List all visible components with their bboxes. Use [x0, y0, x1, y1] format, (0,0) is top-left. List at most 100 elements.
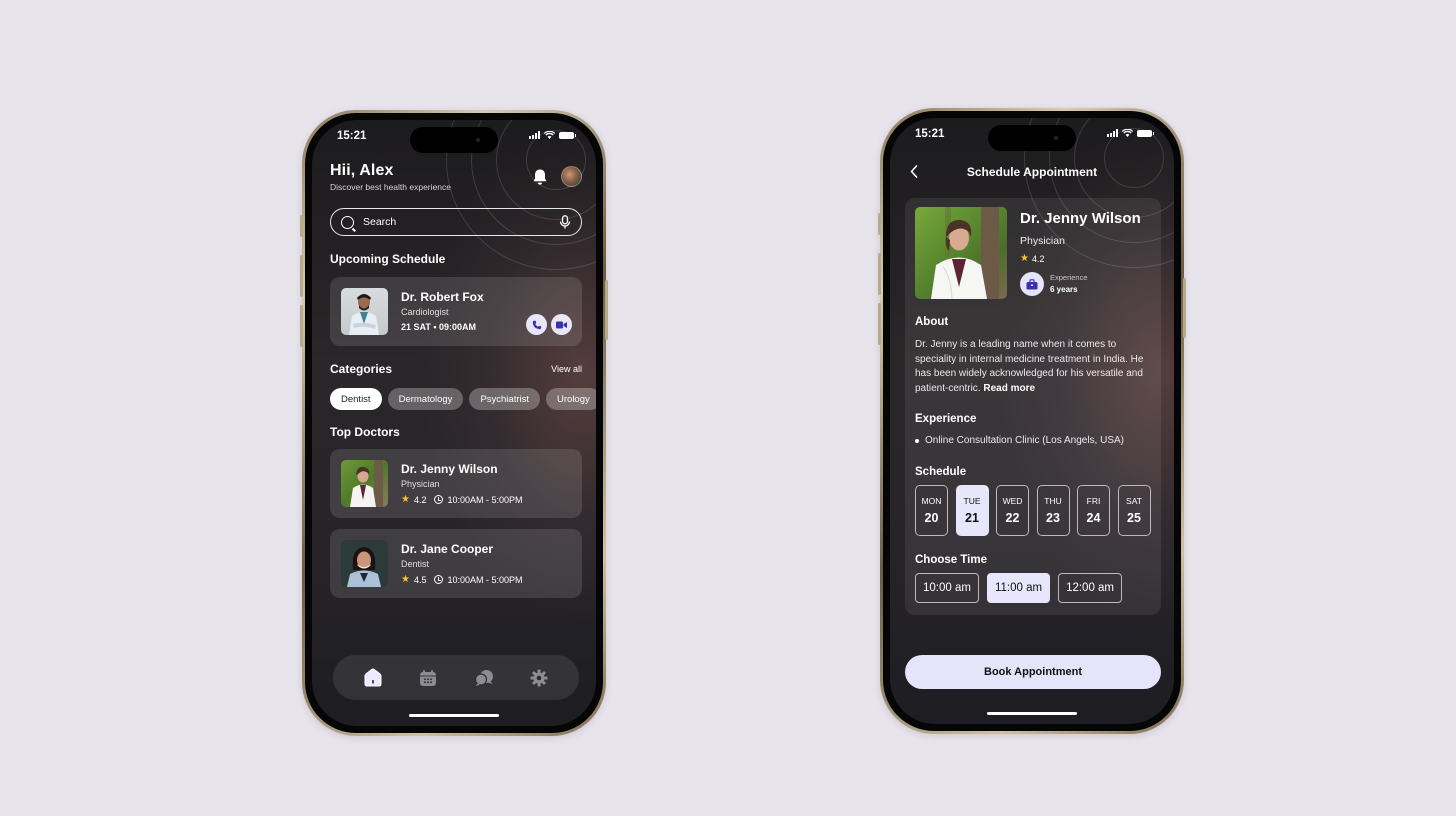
doctor-specialty: Physician [401, 479, 440, 489]
category-chips: Dentist Dermatology Psychiatrist Urology [330, 388, 596, 410]
day-date: 20 [924, 511, 939, 525]
view-all-link[interactable]: View all [551, 364, 582, 374]
day-option-tue[interactable]: TUE 21 [955, 485, 989, 536]
tab-home[interactable] [362, 667, 384, 689]
doctor-hours: 10:00AM - 5:00PM [447, 574, 523, 585]
day-option-thu[interactable]: THU 23 [1036, 485, 1070, 536]
doctor-specialty: Cardiologist [401, 307, 449, 317]
doctor-card[interactable]: Dr. Jane Cooper Dentist ★ 4.5 10:00AM - … [330, 529, 582, 598]
day-option-wed[interactable]: WED 22 [996, 485, 1029, 536]
tab-messages[interactable] [473, 667, 495, 689]
day-option-sat[interactable]: SAT 25 [1117, 485, 1151, 536]
battery-icon [559, 131, 576, 139]
experience-item: Online Consultation Clinic (Los Angels, … [915, 435, 1124, 446]
doctor-rating: 4.2 [413, 494, 427, 505]
mute-switch [300, 215, 303, 237]
doctor-name: Dr. Robert Fox [401, 290, 484, 304]
day-name: THU [1044, 496, 1062, 506]
doctor-name: Dr. Jenny Wilson [1020, 210, 1141, 227]
search-icon [341, 215, 354, 229]
tab-settings[interactable] [528, 667, 550, 689]
experience-title: Experience [915, 413, 977, 425]
doctor-rating: 4.2 [1031, 253, 1045, 264]
search-bar[interactable] [330, 208, 582, 236]
about-title: About [915, 316, 949, 328]
experience-badge [1020, 272, 1044, 296]
day-name: WED [1002, 496, 1023, 506]
day-option-mon[interactable]: MON 20 [915, 485, 948, 536]
time-slot-1100[interactable]: 11:00 am [986, 573, 1051, 603]
read-more-link[interactable]: Read more [983, 383, 1035, 394]
time-slot-1000[interactable]: 10:00 am [915, 573, 979, 603]
volume-up-button [300, 255, 303, 297]
dynamic-island [988, 125, 1076, 151]
time-slot-1200[interactable]: 12:00 am [1058, 573, 1123, 603]
home-screen: 15:21 Hii, Alex Discover best health exp… [312, 120, 596, 726]
dynamic-island [410, 127, 498, 153]
appointment-datetime: 21 SAT • 09:00AM [401, 322, 477, 332]
doctor-rating-row: ★ 4.2 [1020, 253, 1044, 264]
tab-calendar[interactable] [417, 667, 439, 689]
day-date: 23 [1046, 511, 1060, 525]
day-date: 24 [1086, 511, 1101, 525]
volume-down-button [878, 303, 881, 345]
microphone-icon[interactable] [559, 215, 571, 229]
day-selector: MON 20 TUE 21 WED 22 THU 23 FRI 24 SAT 25 [915, 485, 1151, 536]
chat-icon [474, 669, 493, 686]
choose-time-title: Choose Time [915, 554, 987, 566]
battery-icon [1137, 129, 1154, 137]
doctor-meta: ★ 4.5 10:00AM - 5:00PM [401, 574, 523, 585]
phone-schedule: 15:21 Schedule Appointment Dr. Jenny Wil… [878, 108, 1186, 734]
about-text: Dr. Jenny is a leading name when it come… [915, 338, 1149, 396]
doctor-card[interactable]: Dr. Jenny Wilson Physician ★ 4.2 10:00AM… [330, 449, 582, 518]
categories-title: Categories [330, 362, 393, 376]
page-title: Schedule Appointment [966, 165, 1098, 179]
upcoming-appointment-card[interactable]: Dr. Robert Fox Cardiologist 21 SAT • 09:… [330, 277, 582, 346]
day-name: TUE [963, 496, 981, 506]
doctor-details-panel: Dr. Jenny Wilson Physician ★ 4.2 Experie… [905, 198, 1161, 615]
volume-up-button [878, 253, 881, 295]
day-name: SAT [1126, 496, 1142, 506]
doctor-name: Dr. Jenny Wilson [401, 462, 498, 476]
settings-icon [530, 669, 548, 686]
category-chip-dermatology[interactable]: Dermatology [387, 388, 464, 410]
doctor-rating: 4.5 [413, 574, 427, 585]
notification-bell-icon[interactable] [532, 168, 548, 186]
user-avatar[interactable] [561, 166, 582, 187]
day-date: 22 [1005, 511, 1020, 525]
search-input[interactable] [363, 216, 559, 228]
doctor-specialty: Physician [1020, 235, 1065, 247]
day-option-fri[interactable]: FRI 24 [1077, 485, 1110, 536]
status-time: 15:21 [337, 130, 367, 142]
star-icon: ★ [401, 494, 410, 505]
briefcase-icon [1026, 278, 1038, 289]
phone-home: 15:21 Hii, Alex Discover best health exp… [300, 110, 608, 736]
schedule-screen: 15:21 Schedule Appointment Dr. Jenny Wil… [890, 118, 1174, 724]
upcoming-schedule-title: Upcoming Schedule [330, 252, 446, 266]
doctor-photo [341, 288, 388, 335]
status-bar: 15:21 [890, 118, 1174, 152]
call-button[interactable] [526, 314, 547, 335]
doctor-meta: ★ 4.2 10:00AM - 5:00PM [401, 494, 523, 505]
doctor-hours: 10:00AM - 5:00PM [447, 494, 523, 505]
category-chip-urology[interactable]: Urology [546, 388, 596, 410]
video-camera-icon [556, 321, 567, 328]
doctor-photo [341, 460, 388, 507]
day-name: MON [921, 496, 942, 506]
status-time: 15:21 [915, 128, 945, 140]
book-appointment-button[interactable]: Book Appointment [905, 655, 1161, 689]
time-selector: 10:00 am 11:00 am 12:00 am [915, 573, 1123, 603]
greeting-title: Hii, Alex [330, 162, 394, 179]
day-date: 25 [1127, 511, 1141, 525]
wifi-icon [544, 131, 555, 139]
wifi-icon [1122, 129, 1133, 137]
category-chip-psychiatrist[interactable]: Psychiatrist [469, 388, 541, 410]
video-call-button[interactable] [551, 314, 572, 335]
power-button [1183, 278, 1186, 338]
star-icon: ★ [1020, 253, 1029, 264]
mute-switch [878, 213, 881, 235]
status-bar: 15:21 [312, 120, 596, 154]
clock-icon [434, 575, 444, 584]
schedule-title: Schedule [915, 466, 967, 478]
category-chip-dentist[interactable]: Dentist [330, 388, 382, 410]
